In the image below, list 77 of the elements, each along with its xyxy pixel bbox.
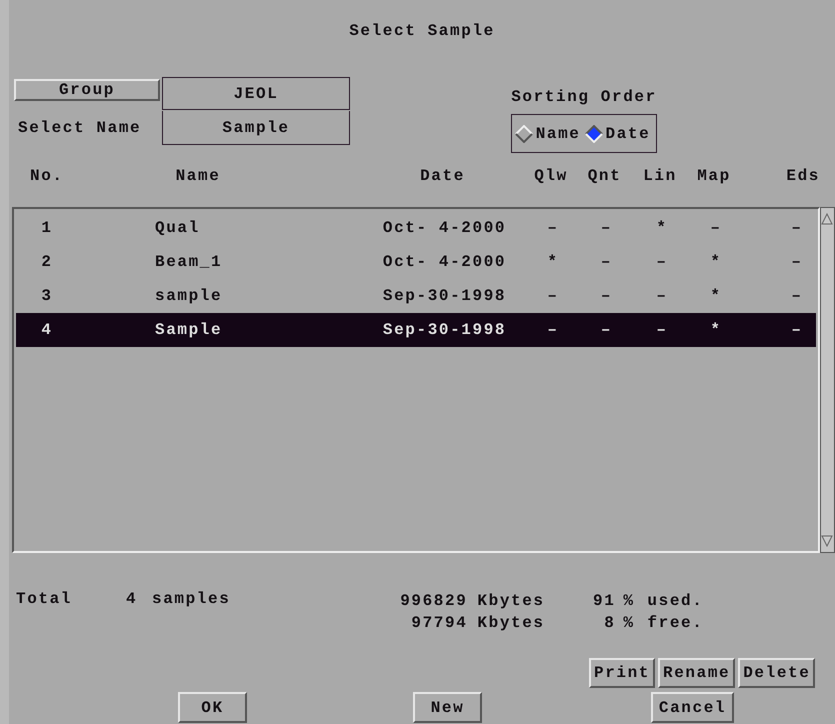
table-cell-text: – (655, 321, 669, 339)
list-row[interactable]: 1 Qual Oct- 4-2000 – – * – – (16, 211, 816, 245)
column-header: Name (174, 167, 222, 185)
table-cell-text: * (546, 253, 560, 271)
table-cell-text: – (790, 321, 804, 339)
diamond-icon[interactable] (584, 124, 602, 142)
table-cell-text: – (546, 287, 560, 305)
disk-free-text: 97794 (410, 613, 468, 634)
table-cell-text: * (709, 287, 723, 305)
sorting-order-label: Sorting Order (511, 87, 657, 108)
select-name-field[interactable]: Sample (162, 111, 350, 145)
table-cell-text: * (709, 321, 723, 339)
table-cell-text: 3 (40, 287, 54, 305)
table-cell-text: – (600, 219, 614, 237)
disk-used-text: used. (647, 591, 704, 612)
total-count: 4 (126, 590, 138, 610)
action-button[interactable]: Rename (658, 658, 736, 688)
column-header: Eds (785, 167, 820, 185)
dialog-title: Select Sample (348, 21, 496, 42)
radio-button[interactable]: Name (514, 124, 580, 142)
scrollbar[interactable] (820, 207, 835, 553)
disk-free-text: free. (647, 613, 704, 634)
dialog-button[interactable]: OK (178, 692, 247, 723)
table-cell-text: Qual (154, 219, 201, 237)
dialog-button[interactable]: Cancel (651, 692, 734, 723)
disk-used-text: 996829 (399, 591, 468, 612)
table-cell-text: Oct- 4-2000 (382, 253, 508, 271)
table-cell-text: 1 (40, 219, 54, 237)
table-cell-text: – (709, 219, 723, 237)
table-cell-text: – (790, 253, 804, 271)
table-cell-text: – (546, 321, 560, 339)
scroll-down-icon[interactable] (821, 534, 833, 548)
table-cell-text: – (600, 287, 614, 305)
table-cell-text: – (655, 253, 669, 271)
total-label: Total (16, 590, 74, 610)
table-cell-text: sample (154, 287, 224, 305)
disk-free-text: Kbytes (477, 613, 546, 634)
list-row[interactable]: 2 Beam_1 Oct- 4-2000 * – – * – (16, 245, 816, 279)
table-cell-text: 4 (40, 321, 54, 339)
disk-used-text: % (623, 591, 636, 612)
select-name-label: Select Name (17, 119, 142, 137)
diamond-icon[interactable] (514, 124, 533, 142)
table-cell-text: Sample (154, 321, 224, 339)
disk-free-text: 8 (603, 613, 616, 634)
table-cell-text: Beam_1 (154, 253, 224, 271)
action-button[interactable]: Print (589, 658, 656, 688)
table-cell-text: – (790, 287, 804, 305)
table-cell-text: * (709, 253, 723, 271)
disk-free-text: % (623, 613, 636, 634)
table-cell-text: – (790, 219, 804, 237)
table-cell-text: – (546, 219, 560, 237)
group-button[interactable]: Group (14, 79, 160, 101)
table-cell-text: Sep-30-1998 (382, 321, 508, 339)
table-cell-text: – (600, 253, 614, 271)
action-button[interactable]: Delete (738, 658, 816, 688)
column-header: Lin (642, 167, 678, 185)
disk-used-text: Kbytes (477, 591, 546, 612)
sample-list[interactable]: 1 Qual Oct- 4-2000 – – * – – 2 Beam_1 Oct- 4-2000 * – – * – 3 sample Sep-30-1998 – – – * – 4 Sample Sep-30-1998 – – – * – (12, 207, 820, 553)
column-header: No. (29, 167, 65, 185)
column-header: Map (696, 167, 732, 185)
list-row[interactable]: 3 sample Sep-30-1998 – – – * – (16, 279, 816, 313)
column-header: Qnt (586, 167, 622, 185)
list-row[interactable]: 4 Sample Sep-30-1998 – – – * – (16, 313, 816, 347)
column-header: Date (419, 167, 466, 185)
table-cell-text: Oct- 4-2000 (382, 219, 508, 237)
column-header: Qlw (533, 167, 569, 185)
table-cell-text: – (600, 321, 614, 339)
table-cell-text: 2 (40, 253, 54, 271)
group-field[interactable]: JEOL (162, 77, 350, 110)
scroll-up-icon[interactable] (821, 212, 833, 226)
table-cell-text: Sep-30-1998 (382, 287, 508, 305)
table-cell-text: * (655, 219, 669, 237)
dialog-button[interactable]: New (413, 692, 482, 723)
radio-button[interactable]: Date (584, 124, 650, 142)
total-unit: samples (152, 590, 230, 610)
disk-used-text: 91 (592, 591, 616, 612)
table-cell-text: – (655, 287, 669, 305)
